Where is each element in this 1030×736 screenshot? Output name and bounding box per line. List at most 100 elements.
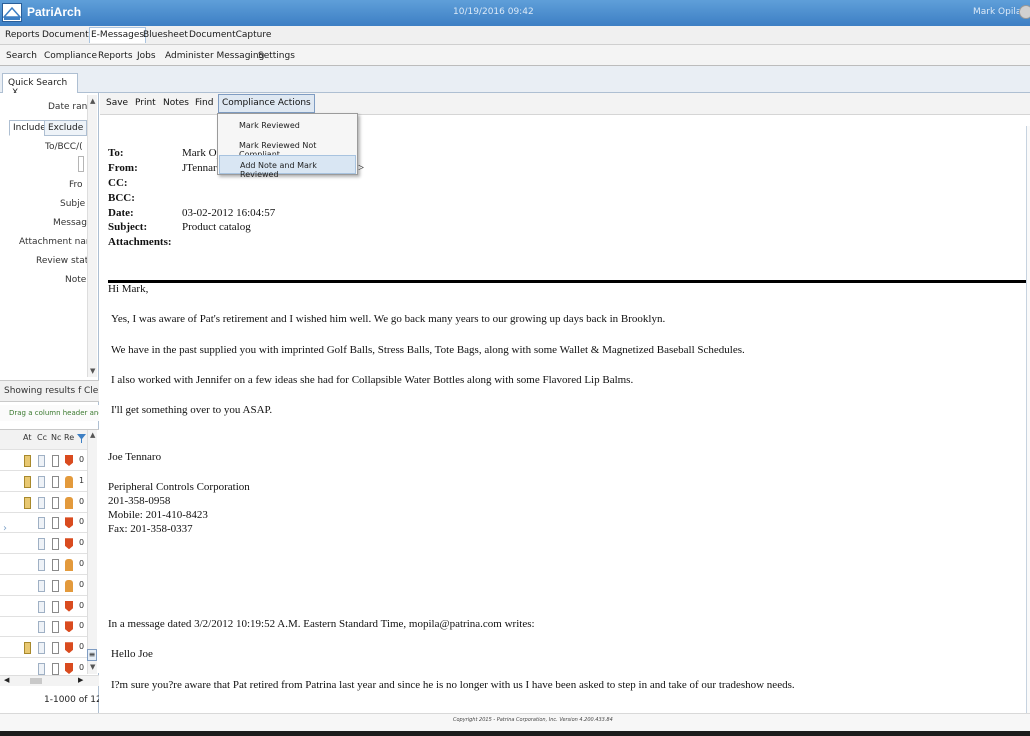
row-value: 0 [79, 517, 85, 527]
menu-reports[interactable]: Reports [5, 30, 40, 40]
table-row[interactable]: 0 [0, 597, 89, 617]
note-icon [52, 600, 59, 613]
table-row[interactable]: 1 [0, 472, 89, 492]
menu-e-messages[interactable]: E-Messages [89, 27, 147, 43]
filter-icon[interactable] [77, 434, 86, 443]
tab-quick-search[interactable]: Quick Search X [2, 73, 78, 98]
document-icon [38, 663, 45, 675]
person-icon [65, 559, 73, 571]
menu-compliance[interactable]: Compliance [44, 51, 97, 61]
column-header-notes[interactable]: Nc [51, 433, 61, 442]
save-button[interactable]: Save [106, 98, 128, 108]
tab-exclude[interactable]: Exclude [44, 120, 88, 136]
row-value: 0 [79, 496, 85, 506]
search-panel-scrollbar[interactable]: ▲ ▼ [87, 95, 97, 377]
quoted-greeting: Hello Joe [111, 648, 153, 660]
table-row[interactable]: 0 [0, 638, 89, 659]
results-bar: Showing results f Cle [0, 380, 99, 402]
signature-company: Peripheral Controls Corporation [108, 481, 250, 493]
row-selector-icon[interactable]: › [3, 523, 7, 534]
menu-bluesheet[interactable]: Bluesheet [143, 30, 188, 40]
table-row[interactable]: 0 [0, 493, 89, 513]
attachments-label: Attachments: [108, 236, 172, 248]
from-value: JTennar [182, 162, 217, 174]
grid-scroll-down-icon[interactable]: ▼ [90, 663, 95, 671]
menu-item-mark-reviewed-not-compliant[interactable]: Mark Reviewed Not Compliant [219, 136, 356, 159]
grid-horizontal-scrollbar[interactable]: ◀ ▶ [0, 675, 99, 686]
column-header-review[interactable]: Re [64, 433, 74, 442]
to-bcc-label: To/BCC/( [45, 142, 83, 152]
scroll-down-icon[interactable]: ▼ [90, 367, 95, 375]
note-icon [52, 621, 59, 634]
quoted-paragraph-1: I?m sure you?re aware that Pat retired f… [111, 679, 795, 691]
menu-reports-sub[interactable]: Reports [98, 51, 133, 61]
to-bcc-input[interactable] [78, 156, 84, 172]
table-row[interactable]: 0 [0, 534, 89, 555]
note-icon [52, 559, 59, 571]
print-button[interactable]: Print [135, 98, 156, 108]
menu-item-mark-reviewed[interactable]: Mark Reviewed [219, 116, 356, 135]
table-row[interactable]: 0 [0, 513, 89, 534]
table-row[interactable]: 0 [0, 451, 89, 471]
document-icon [38, 517, 45, 530]
column-header-cc[interactable]: Cc [37, 433, 47, 442]
document-icon [38, 642, 45, 655]
copyright-text: Copyright 2015 - Patrina Corporation, In… [453, 717, 613, 723]
date-label: Date: [108, 207, 134, 219]
footer: Copyright 2015 - Patrina Corporation, In… [0, 713, 1030, 731]
message-viewer: To: Mark Op From: JTennar > CC: BCC: Dat… [100, 116, 1030, 713]
message-label: Messag [53, 218, 87, 228]
row-value: 0 [79, 621, 85, 631]
date-value: 03-02-2012 16:04:57 [182, 207, 276, 219]
document-icon [38, 579, 45, 592]
scroll-right-icon[interactable]: ▶ [78, 676, 83, 684]
document-icon [38, 475, 45, 488]
menu-documents[interactable]: Documents [42, 30, 93, 40]
flag-icon [65, 663, 73, 674]
notes-button[interactable]: Notes [163, 98, 189, 108]
current-datetime: 10/19/2016 09:42 [453, 7, 534, 17]
patrina-logo [2, 3, 22, 22]
menu-settings[interactable]: Settings [258, 51, 295, 61]
group-panel-icon[interactable]: ≡ [87, 649, 97, 661]
column-header-attachment[interactable]: At [23, 433, 31, 442]
document-icon [38, 455, 45, 467]
menu-search[interactable]: Search [6, 51, 37, 61]
body-paragraph-2: We have in the past supplied you with im… [111, 344, 745, 356]
menu-item-add-note-and-mark-reviewed[interactable]: Add Note and Mark Reviewed [219, 155, 356, 179]
flag-icon [65, 642, 73, 654]
user-name[interactable]: Mark Opila [973, 7, 1021, 17]
os-taskbar [0, 731, 1030, 736]
date-range-label: Date ran [48, 102, 88, 112]
note-icon [52, 538, 59, 551]
user-avatar-icon[interactable] [1019, 5, 1030, 19]
note-icon [52, 579, 59, 592]
scroll-left-icon[interactable]: ◀ [4, 676, 9, 684]
right-collapsed-panel[interactable] [1026, 126, 1030, 713]
grid-header-row: At Cc Nc Re [0, 430, 89, 450]
attachment-icon [24, 496, 31, 509]
document-icon [38, 600, 45, 613]
flag-icon [65, 621, 73, 633]
note-icon [52, 475, 59, 488]
table-row[interactable]: 0 [0, 555, 89, 575]
grid-scroll-up-icon[interactable]: ▲ [90, 431, 95, 439]
note-icon [52, 517, 59, 530]
signature-phone: 201-358-0958 [108, 495, 171, 507]
note-icon [52, 455, 59, 467]
grid-scrollbar[interactable]: ▲ ▼ [87, 430, 97, 674]
attachment-name-label: Attachment nan [19, 237, 92, 247]
body-paragraph-3: I also worked with Jennifer on a few ide… [111, 374, 634, 386]
menu-documentcapture[interactable]: DocumentCapture [189, 30, 271, 40]
menu-administer-messaging[interactable]: Administer Messaging [165, 51, 264, 61]
scroll-thumb[interactable] [30, 678, 42, 684]
row-value: 0 [79, 600, 85, 610]
table-row[interactable]: 0 [0, 576, 89, 596]
menu-jobs[interactable]: Jobs [137, 51, 156, 61]
compliance-actions-button[interactable]: Compliance Actions [218, 94, 315, 113]
flag-icon [65, 517, 73, 529]
table-row[interactable]: 0 [0, 617, 89, 638]
scroll-up-icon[interactable]: ▲ [90, 97, 95, 105]
find-button[interactable]: Find [195, 98, 213, 108]
clear-button[interactable]: Cle [84, 386, 98, 396]
